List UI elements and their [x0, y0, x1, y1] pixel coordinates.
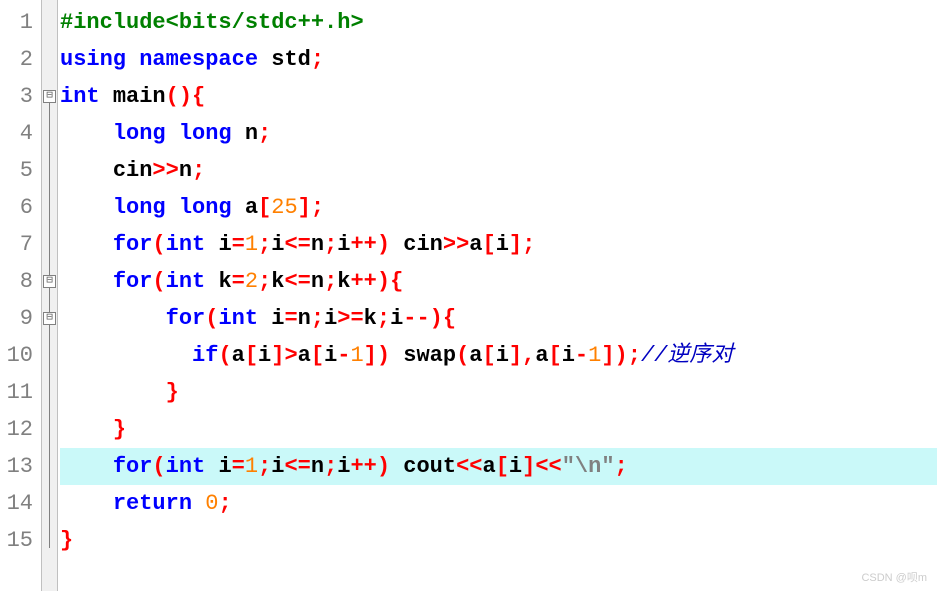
fold-toggle-icon[interactable]: ⊟ — [43, 312, 56, 325]
fold-gutter: ⊟ ⊟ ⊟ — [42, 0, 58, 591]
code-line-active: for(int i=1;i<=n;i++) cout<<a[i]<<"\n"; — [60, 448, 937, 485]
line-number: 4 — [4, 115, 33, 152]
line-number: 1 — [4, 4, 33, 41]
line-number: 9 — [4, 300, 33, 337]
code-line: } — [60, 411, 937, 448]
line-number: 6 — [4, 189, 33, 226]
code-line: return 0; — [60, 485, 937, 522]
code-line: using namespace std; — [60, 41, 937, 78]
code-line: for(int k=2;k<=n;k++){ — [60, 263, 937, 300]
code-line: #include<bits/stdc++.h> — [60, 4, 937, 41]
code-editor: 1 2 3 4 5 6 7 8 9 10 11 12 13 14 15 ⊟ ⊟ … — [0, 0, 937, 591]
line-number: 10 — [4, 337, 33, 374]
line-number: 8 — [4, 263, 33, 300]
watermark: CSDN @呗m — [861, 569, 927, 585]
code-line: } — [60, 374, 937, 411]
line-number: 15 — [4, 522, 33, 559]
line-number: 13 — [4, 448, 33, 485]
code-line: long long a[25]; — [60, 189, 937, 226]
code-line: int main(){ — [60, 78, 937, 115]
line-number: 3 — [4, 78, 33, 115]
code-line: for(int i=1;i<=n;i++) cin>>a[i]; — [60, 226, 937, 263]
line-number: 14 — [4, 485, 33, 522]
line-number-gutter: 1 2 3 4 5 6 7 8 9 10 11 12 13 14 15 — [0, 0, 42, 591]
code-line: long long n; — [60, 115, 937, 152]
line-number: 11 — [4, 374, 33, 411]
code-line: cin>>n; — [60, 152, 937, 189]
code-line: } — [60, 522, 937, 559]
fold-toggle-icon[interactable]: ⊟ — [43, 90, 56, 103]
code-content[interactable]: #include<bits/stdc++.h> using namespace … — [58, 0, 937, 591]
line-number: 12 — [4, 411, 33, 448]
fold-toggle-icon[interactable]: ⊟ — [43, 275, 56, 288]
line-number: 7 — [4, 226, 33, 263]
line-number: 5 — [4, 152, 33, 189]
code-line: if(a[i]>a[i-1]) swap(a[i],a[i-1]);//逆序对 — [60, 337, 937, 374]
line-number: 2 — [4, 41, 33, 78]
code-line: for(int i=n;i>=k;i--){ — [60, 300, 937, 337]
